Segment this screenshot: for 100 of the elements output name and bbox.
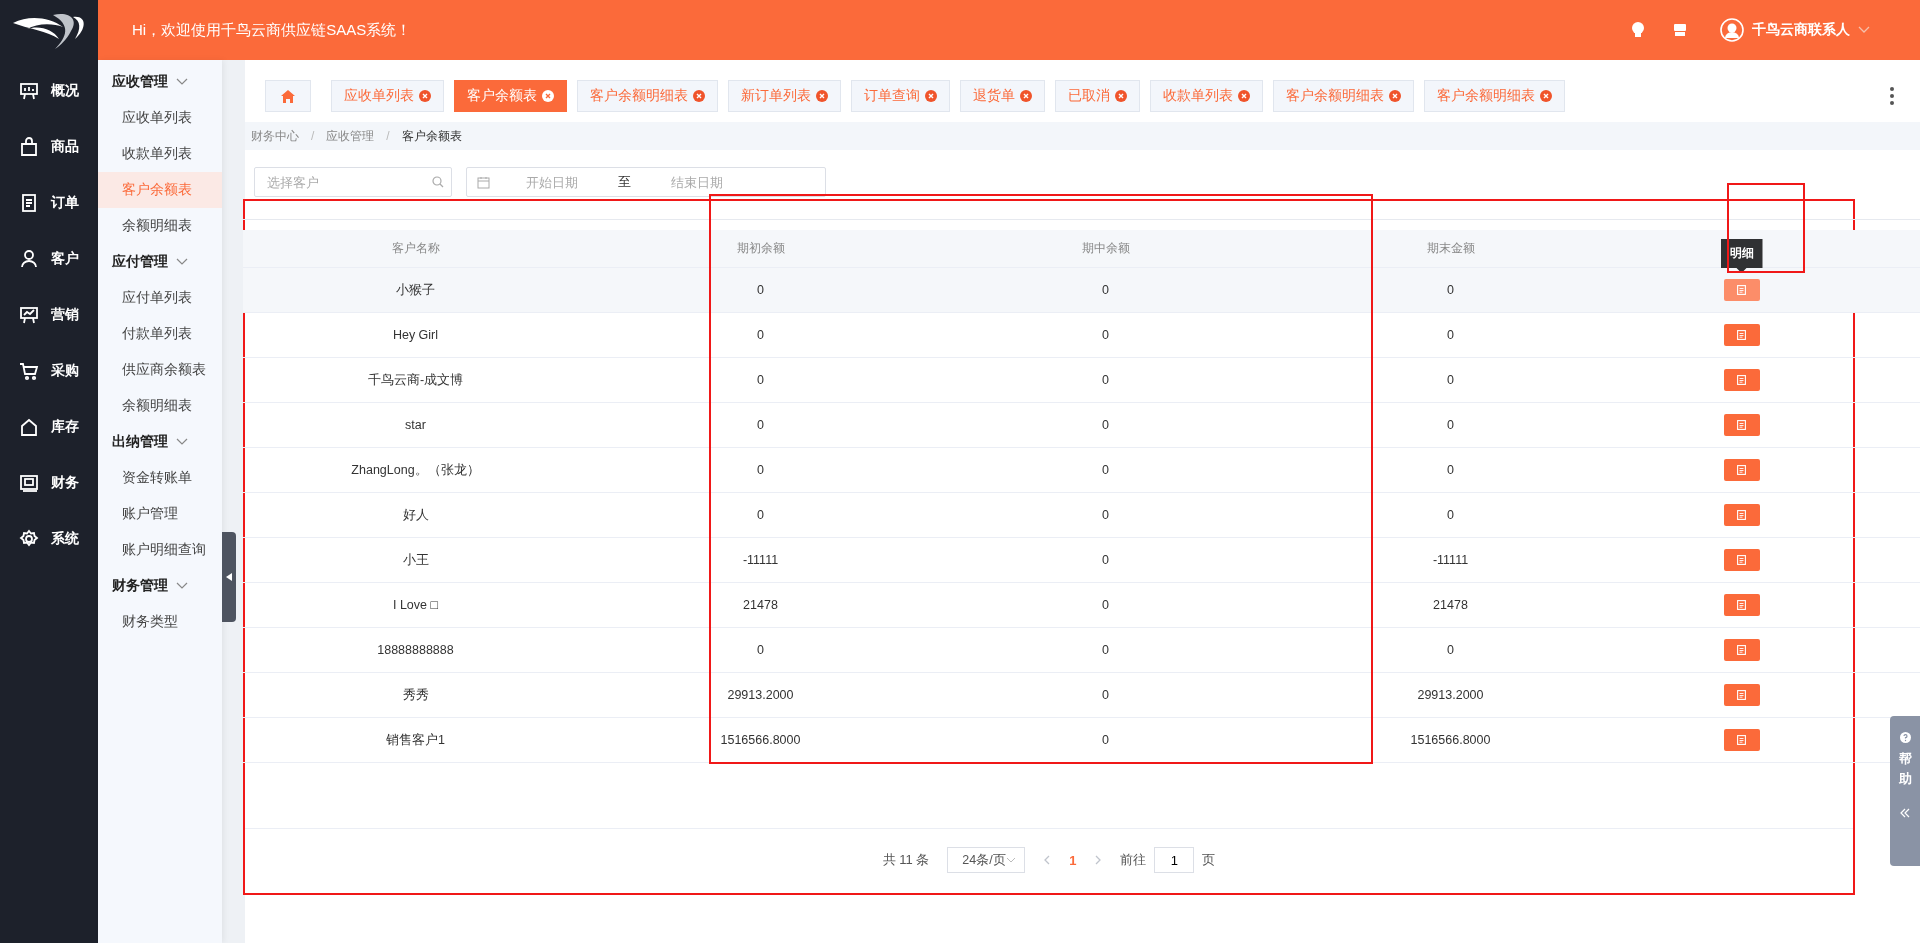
- goto-label: 前往: [1120, 851, 1147, 869]
- table-cell: 0: [757, 508, 764, 522]
- detail-button[interactable]: [1723, 729, 1760, 751]
- end-date-field[interactable]: 结束日期: [635, 173, 759, 191]
- nav-item[interactable]: 概况: [0, 63, 98, 119]
- table-cell: 0: [1102, 643, 1109, 657]
- menu-group[interactable]: 财务管理: [98, 568, 222, 604]
- detail-button[interactable]: [1723, 324, 1760, 346]
- lightbulb-icon[interactable]: [1630, 21, 1646, 39]
- document-icon: [1737, 465, 1746, 475]
- close-icon[interactable]: [542, 90, 554, 102]
- close-icon[interactable]: [1540, 90, 1552, 102]
- start-date-field[interactable]: 开始日期: [490, 173, 614, 191]
- more-icon[interactable]: [1890, 87, 1894, 105]
- close-icon[interactable]: [925, 90, 937, 102]
- nav-item[interactable]: 订单: [0, 175, 98, 231]
- breadcrumb-separator: /: [386, 129, 390, 143]
- store-icon[interactable]: [1672, 22, 1688, 38]
- detail-button[interactable]: [1723, 684, 1760, 706]
- menu-group[interactable]: 应付管理: [98, 244, 222, 280]
- submenu-item[interactable]: 账户管理: [98, 496, 222, 532]
- column-header: 期末金额: [1425, 240, 1476, 257]
- document-icon: [1737, 645, 1746, 655]
- table-cell: 0: [757, 463, 764, 477]
- house-icon: [19, 417, 39, 437]
- nav-item[interactable]: 库存: [0, 399, 98, 455]
- home-icon: [280, 88, 296, 104]
- table-cell: 29913.2000: [1417, 688, 1484, 702]
- submenu-item[interactable]: 余额明细表: [98, 388, 222, 424]
- table-cell: -11111: [742, 553, 779, 567]
- presentation-board-icon: [19, 81, 39, 101]
- table-cell: Hey Girl: [392, 328, 439, 342]
- submenu-item[interactable]: 账户明细查询: [98, 532, 222, 568]
- close-icon[interactable]: [419, 90, 431, 102]
- column-header: 期初余额: [735, 240, 786, 257]
- document-icon: [1737, 330, 1746, 340]
- detail-button[interactable]: [1723, 639, 1760, 661]
- close-icon[interactable]: [693, 90, 705, 102]
- page-input[interactable]: 1: [1154, 847, 1195, 873]
- column-header: 客户名称: [390, 240, 441, 257]
- cart-icon: [19, 361, 39, 381]
- table-cell: 好人: [402, 507, 429, 522]
- nav-item[interactable]: 财务: [0, 455, 98, 511]
- document-icon: [1737, 285, 1746, 295]
- breadcrumb-link[interactable]: 应收管理: [326, 127, 375, 145]
- date-range-picker[interactable]: 开始日期 至 结束日期: [466, 167, 826, 197]
- nav-item[interactable]: 商品: [0, 119, 98, 175]
- home-tab[interactable]: [265, 80, 311, 112]
- submenu-item[interactable]: 供应商余额表: [98, 352, 222, 388]
- table-cell: 0: [1102, 373, 1109, 387]
- nav-item[interactable]: 采购: [0, 343, 98, 399]
- nav-item[interactable]: 系统: [0, 511, 98, 567]
- submenu-item[interactable]: 余额明细表: [98, 208, 222, 244]
- detail-button[interactable]: [1723, 279, 1760, 301]
- detail-button[interactable]: [1723, 459, 1760, 481]
- calendar-icon: [477, 175, 490, 189]
- table-cell: 0: [1447, 418, 1454, 432]
- table-cell: 0: [1102, 283, 1109, 297]
- nav-item[interactable]: 营销: [0, 287, 98, 343]
- menu-group[interactable]: 应收管理: [98, 64, 222, 100]
- table-cell: I Love □: [392, 598, 439, 612]
- table-cell: 0: [1447, 373, 1454, 387]
- table-cell: 0: [1447, 508, 1454, 522]
- table-cell: 0: [1102, 418, 1109, 432]
- submenu-item[interactable]: 收款单列表: [98, 136, 222, 172]
- table-cell: 29913.2000: [727, 688, 794, 702]
- chart-board-icon: [19, 305, 39, 325]
- table-cell: 0: [1447, 328, 1454, 342]
- table-cell: 21478: [1433, 598, 1468, 612]
- detail-button[interactable]: [1723, 549, 1760, 571]
- shopping-bag-icon: [19, 137, 39, 157]
- submenu-item[interactable]: 财务类型: [98, 604, 222, 640]
- detail-button[interactable]: [1723, 414, 1760, 436]
- close-icon[interactable]: [1389, 90, 1401, 102]
- menu-group[interactable]: 出纳管理: [98, 424, 222, 460]
- avatar-icon: [1720, 18, 1744, 42]
- submenu-item[interactable]: 应收单列表: [98, 100, 222, 136]
- table-cell: 18888888888: [377, 643, 454, 657]
- customer-select[interactable]: 选择客户: [254, 167, 452, 197]
- detail-button[interactable]: [1723, 369, 1760, 391]
- next-page-icon[interactable]: [1094, 855, 1103, 865]
- table-cell: 0: [757, 418, 764, 432]
- submenu-item[interactable]: 资金转账单: [98, 460, 222, 496]
- close-icon[interactable]: [1238, 90, 1250, 102]
- submenu-item[interactable]: 付款单列表: [98, 316, 222, 352]
- nav-item[interactable]: 客户: [0, 231, 98, 287]
- person-icon: [19, 249, 39, 269]
- close-icon[interactable]: [816, 90, 828, 102]
- detail-button[interactable]: [1723, 594, 1760, 616]
- page-size-select[interactable]: 24条/页: [947, 847, 1026, 873]
- previous-page-icon[interactable]: [1043, 855, 1052, 865]
- close-icon[interactable]: [1020, 90, 1032, 102]
- collapse-handle[interactable]: [222, 532, 236, 622]
- detail-button[interactable]: [1723, 504, 1760, 526]
- table-cell: 小猴子: [396, 282, 435, 297]
- table-cell: 0: [1102, 598, 1109, 612]
- submenu-item[interactable]: 应付单列表: [98, 280, 222, 316]
- wallet-icon: [19, 473, 39, 493]
- close-icon[interactable]: [1115, 90, 1127, 102]
- table-cell: -11111: [1432, 553, 1469, 567]
